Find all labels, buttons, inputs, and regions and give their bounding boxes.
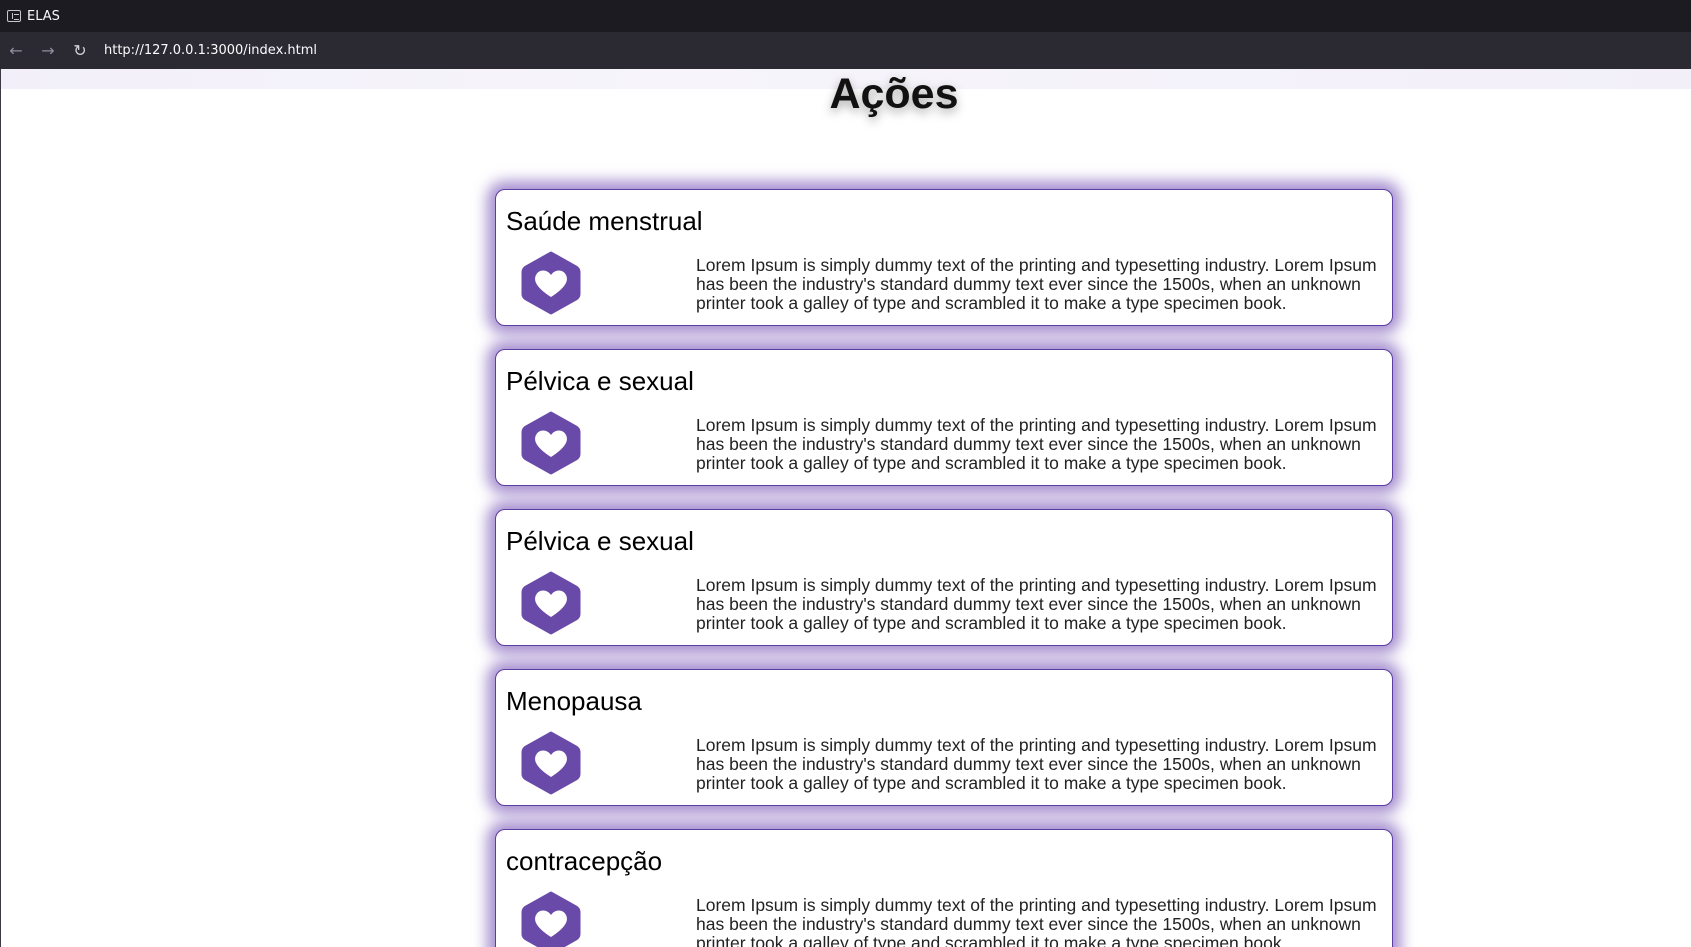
page-icon	[7, 10, 21, 22]
heart-hexagon-icon	[506, 728, 596, 802]
card-description: Lorem Ipsum is simply dummy text of the …	[696, 255, 1377, 313]
back-icon[interactable]: ←	[7, 41, 25, 60]
heart-hexagon-icon	[506, 568, 596, 642]
forward-icon[interactable]: →	[39, 41, 57, 60]
tab-title: ELAS	[27, 8, 60, 24]
reload-icon[interactable]: ↻	[71, 41, 89, 60]
browser-nav-bar: ← → ↻ http://127.0.0.1:3000/index.html	[0, 32, 1691, 69]
heart-hexagon-icon	[506, 248, 596, 322]
card[interactable]: Menopausa Lorem Ipsum is simply dummy te…	[495, 669, 1393, 806]
card[interactable]: Pélvica e sexual Lorem Ipsum is simply d…	[495, 349, 1393, 486]
card-title: contracepção	[506, 846, 663, 876]
card-title: Pélvica e sexual	[506, 366, 694, 396]
heart-hexagon-icon	[506, 888, 596, 947]
card-description: Lorem Ipsum is simply dummy text of the …	[696, 415, 1377, 473]
browser-tab-bar: ELAS	[0, 0, 1691, 32]
page-viewport: Ações Saúde menstrual Lorem Ipsum is sim…	[0, 69, 1691, 947]
card[interactable]: Pélvica e sexual Lorem Ipsum is simply d…	[495, 509, 1393, 646]
heart-hexagon-icon	[506, 408, 596, 482]
page-title: Ações	[829, 70, 959, 118]
browser-tab[interactable]: ELAS	[0, 0, 86, 32]
cards-list: Saúde menstrual Lorem Ipsum is simply du…	[495, 189, 1395, 947]
card[interactable]: contracepção Lorem Ipsum is simply dummy…	[495, 829, 1393, 947]
card-description: Lorem Ipsum is simply dummy text of the …	[696, 575, 1377, 633]
card-title: Saúde menstrual	[506, 206, 703, 236]
card[interactable]: Saúde menstrual Lorem Ipsum is simply du…	[495, 189, 1393, 326]
card-description: Lorem Ipsum is simply dummy text of the …	[696, 735, 1377, 793]
card-description: Lorem Ipsum is simply dummy text of the …	[696, 895, 1377, 947]
card-title: Menopausa	[506, 686, 642, 716]
url-bar[interactable]: http://127.0.0.1:3000/index.html	[104, 43, 317, 58]
card-title: Pélvica e sexual	[506, 526, 694, 556]
